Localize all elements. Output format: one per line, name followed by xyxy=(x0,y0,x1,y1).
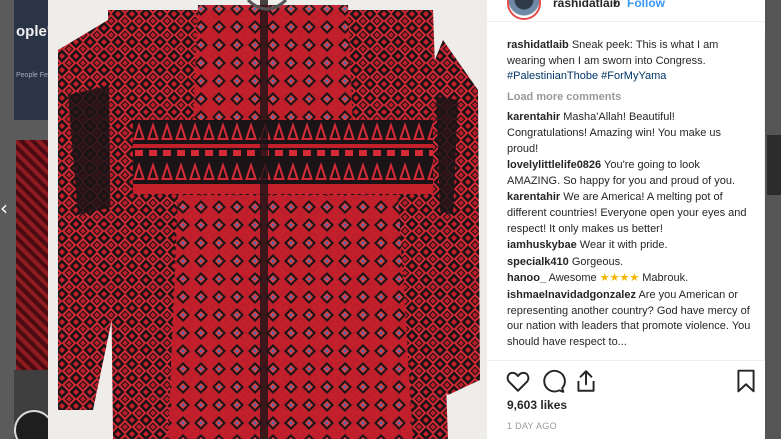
comment-username-link[interactable]: lovelylittlelife0826 xyxy=(507,159,601,171)
comment-username-link[interactable]: ishmaelnavidadgonzalez xyxy=(507,289,636,301)
background-gallery-right xyxy=(765,0,781,439)
comment-text: Awesome xyxy=(548,272,597,285)
list-item: karentahir Masha'Allah! Beautiful! Congr… xyxy=(507,110,755,157)
list-item: iamhuskybae Wear it with pride. xyxy=(507,238,755,254)
background-gallery-left: ople's TFORM People Fe ‹ xyxy=(0,0,48,439)
comment-username-link[interactable]: specialk410 xyxy=(507,256,569,268)
avatar[interactable] xyxy=(507,0,541,20)
post-header: rashidatlaib • Follow xyxy=(487,0,781,22)
load-more-comments-button[interactable]: Load more comments xyxy=(507,90,755,106)
background-thumbnail: ople's TFORM People Fe xyxy=(14,0,48,120)
caption: rashidatlaib Sneak peek: This is what I … xyxy=(507,38,755,85)
post-photo[interactable] xyxy=(48,0,487,439)
comment-username-link[interactable]: karentahir xyxy=(507,111,560,123)
comment-username-link[interactable]: karentahir xyxy=(507,191,560,203)
post-details-panel: rashidatlaib • Follow rashidatlaib Sneak… xyxy=(487,0,781,439)
caption-hashtags-link[interactable]: #PalestinianThobe #ForMyYama xyxy=(507,70,666,82)
comment-text: Mabrouk. xyxy=(642,272,689,285)
header-separator: • xyxy=(613,0,618,10)
list-item: lovelylittlelife0826 You're going to loo… xyxy=(507,158,755,189)
comment-username-link[interactable]: iamhuskybae xyxy=(507,239,577,251)
share-icon[interactable] xyxy=(573,368,599,394)
bookmark-icon[interactable] xyxy=(733,368,759,394)
heart-icon[interactable] xyxy=(505,368,531,394)
list-item: ishmaelnavidadgonzalez Are you American … xyxy=(507,288,755,350)
comment-icon[interactable] xyxy=(540,368,566,394)
comment-username-link[interactable]: hanoo_ xyxy=(507,272,546,284)
thobe-image xyxy=(48,0,487,439)
list-item: karentahir We are America! A melting pot… xyxy=(507,190,755,237)
comments-list[interactable]: rashidatlaib Sneak peek: This is what I … xyxy=(507,38,755,356)
comment-text: Gorgeous. xyxy=(571,255,624,268)
list-item: hanoo_ Awesome ★★★★ Mabrouk. xyxy=(507,271,755,287)
action-bar xyxy=(487,366,781,394)
previous-post-icon[interactable]: ‹ xyxy=(0,196,12,220)
header-username-link[interactable]: rashidatlaib xyxy=(553,0,620,8)
post-timestamp[interactable]: 1 DAY AGO xyxy=(507,421,557,431)
likes-count-link[interactable]: 9,603 likes xyxy=(507,398,567,412)
follow-button[interactable]: Follow xyxy=(627,0,665,8)
list-item: specialk410 Gorgeous. xyxy=(507,255,755,271)
star-emoji-icon: ★★★★ xyxy=(599,272,640,285)
caption-username-link[interactable]: rashidatlaib xyxy=(507,39,569,51)
background-thumbnail xyxy=(16,140,48,370)
divider xyxy=(487,360,781,361)
background-thumbnail-subtext: People Fe xyxy=(16,72,48,79)
background-thumbnail xyxy=(767,135,781,195)
comment-text: Wear it with pride. xyxy=(579,239,668,252)
background-thumbnail-text: ople's TFORM xyxy=(16,23,48,40)
